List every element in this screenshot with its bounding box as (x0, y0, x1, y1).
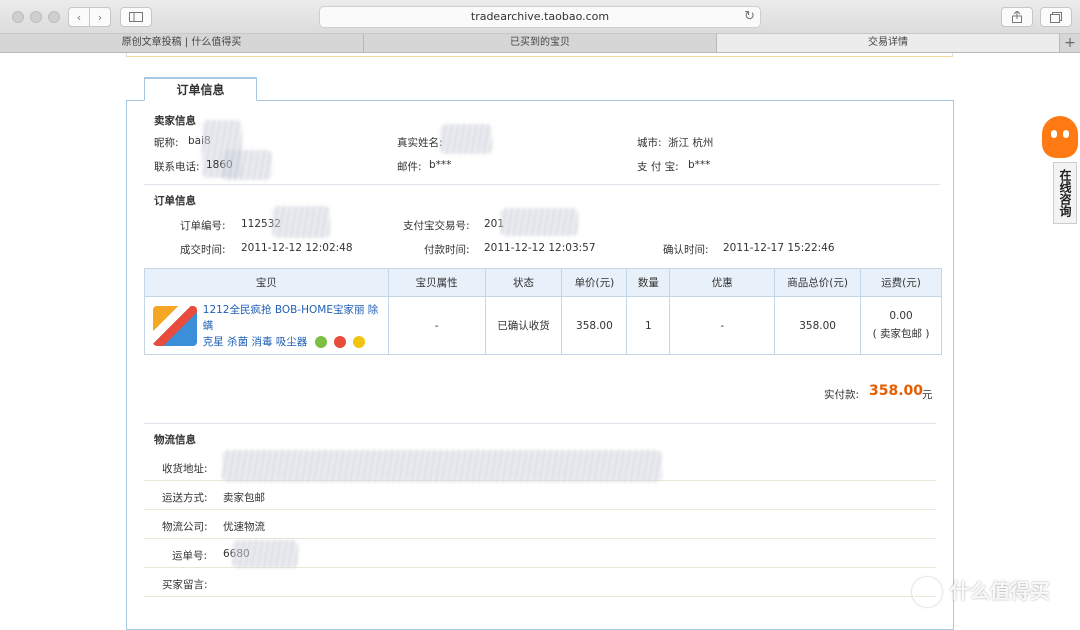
tracking-label: 运单号: (172, 550, 208, 562)
address-label: 收货地址: (162, 463, 208, 475)
method-label: 运送方式: (162, 492, 208, 504)
tab-smzdm[interactable]: 原创文章投稿 | 什么值得买 (0, 34, 364, 52)
confirm-time-value: 2011-12-17 15:22:46 (723, 242, 835, 254)
company-label: 物流公司: (162, 521, 208, 533)
notice-bar-edge (126, 53, 953, 57)
redaction-blur (272, 206, 330, 238)
chevron-right-icon: › (97, 10, 103, 24)
redaction-blur (500, 208, 578, 236)
tab-bar: 原创文章投稿 | 什么值得买 已买到的宝贝 交易详情 + (0, 34, 1080, 53)
item-total: 358.00 (774, 296, 862, 355)
column-header: 优惠 (669, 268, 776, 297)
paid-unit: 元 (922, 389, 933, 401)
minimize-window-button[interactable] (30, 11, 42, 23)
tabs-overview-button[interactable] (1040, 7, 1072, 27)
logistics-heading: 物流信息 (154, 434, 196, 446)
plus-icon: + (1064, 35, 1076, 51)
item-quantity: 1 (626, 296, 671, 355)
column-header: 宝贝 (144, 268, 389, 297)
order-no-label: 订单编号: (180, 220, 226, 232)
shipping-fee: 0.00 (889, 310, 913, 322)
message-label: 买家留言: (162, 579, 208, 591)
paid-amount: 358.00 (869, 383, 924, 399)
phone-label: 联系电话: (154, 161, 200, 173)
redaction-blur (222, 150, 272, 180)
divider (144, 184, 940, 185)
zoom-window-button[interactable] (48, 11, 60, 23)
column-header: 数量 (626, 268, 671, 297)
trust-badge-icon (314, 335, 327, 348)
order-heading: 订单信息 (154, 195, 196, 207)
tab-order-info[interactable]: 订单信息 (144, 77, 257, 101)
tab-label: 交易详情 (868, 37, 908, 48)
pay-time-value: 2011-12-12 12:03:57 (484, 242, 596, 254)
service-badge-icon (353, 335, 366, 348)
product-thumbnail[interactable] (153, 305, 197, 346)
column-header: 宝贝属性 (387, 268, 486, 297)
tab-trade-detail[interactable]: 交易详情 (717, 34, 1060, 52)
tab-bought-items[interactable]: 已买到的宝贝 (364, 34, 717, 52)
nickname-label: 昵称: (154, 137, 179, 149)
alipay-label: 支 付 宝: (637, 161, 679, 173)
column-header: 商品总价(元) (774, 268, 862, 297)
email-label: 邮件: (397, 161, 422, 173)
new-tab-button[interactable]: + (1060, 34, 1080, 52)
share-button[interactable] (1001, 7, 1033, 27)
deal-time-value: 2011-12-12 12:02:48 (241, 242, 353, 254)
watermark-logo-icon (912, 577, 942, 607)
alipay-value: b*** (688, 159, 711, 171)
tabs-icon (1050, 11, 1062, 23)
deal-time-label: 成交时间: (180, 244, 226, 256)
item-unit-price: 358.00 (561, 296, 628, 355)
items-table-header: 宝贝 宝贝属性 状态 单价(元) 数量 优惠 商品总价(元) 运费(元) (144, 268, 942, 297)
online-consult-widget[interactable]: 在线咨询 (1040, 116, 1080, 224)
seller-heading: 卖家信息 (154, 115, 196, 127)
item-cell: 1212全民疯抢 BOB-HOME宝家丽 除螨 克星 杀菌 消毒 吸尘器 (144, 296, 389, 355)
redaction-blur (222, 450, 662, 482)
promo-badge-icon (333, 335, 346, 348)
table-row: 1212全民疯抢 BOB-HOME宝家丽 除螨 克星 杀菌 消毒 吸尘器 - 已… (144, 296, 942, 355)
shipping-note: ( 卖家包邮 ) (872, 328, 930, 340)
pay-time-label: 付款时间: (424, 244, 470, 256)
item-status: 已确认收货 (484, 296, 563, 355)
reload-icon[interactable]: ↻ (744, 7, 755, 27)
url-text: tradearchive.taobao.com (470, 10, 610, 23)
alipay-trade-label: 支付宝交易号: (403, 220, 470, 232)
sidebar-button[interactable] (120, 7, 152, 27)
redaction-blur (232, 540, 298, 568)
browser-toolbar: ‹ › tradearchive.taobao.com ↻ (0, 0, 1080, 34)
close-window-button[interactable] (12, 11, 24, 23)
column-header: 单价(元) (561, 268, 628, 297)
consult-label: 在线咨询 (1053, 162, 1077, 224)
method-value: 卖家包邮 (223, 492, 265, 504)
tab-label: 原创文章投稿 | 什么值得买 (121, 37, 242, 48)
confirm-time-label: 确认时间: (663, 244, 709, 256)
city-label: 城市: (637, 137, 662, 149)
column-header: 状态 (484, 268, 563, 297)
back-button[interactable]: ‹ (68, 7, 90, 27)
email-value: b*** (429, 159, 452, 171)
product-title-link[interactable]: 1212全民疯抢 BOB-HOME宝家丽 除螨 克星 杀菌 消毒 吸尘器 (203, 302, 380, 350)
item-shipping: 0.00 ( 卖家包邮 ) (860, 296, 942, 355)
city-value: 浙江 杭州 (668, 137, 714, 149)
forward-button[interactable]: › (89, 7, 111, 27)
watermark-text: 什么值得买 (950, 579, 1050, 603)
realname-label: 真实姓名: (397, 137, 443, 149)
company-value: 优速物流 (223, 521, 265, 533)
column-header: 运费(元) (860, 268, 942, 297)
item-attributes: - (387, 296, 486, 355)
redaction-blur (440, 124, 492, 154)
address-bar[interactable]: tradearchive.taobao.com ↻ (319, 6, 761, 28)
paid-label: 实付款: (824, 389, 860, 401)
chevron-left-icon: ‹ (76, 10, 82, 24)
logistics-row (144, 568, 936, 597)
divider (144, 423, 936, 424)
mascot-icon (1042, 116, 1078, 158)
item-discount: - (669, 296, 776, 355)
share-icon (1012, 11, 1022, 23)
sidebar-icon (129, 12, 143, 22)
items-table: 宝贝 宝贝属性 状态 单价(元) 数量 优惠 商品总价(元) 运费(元) 121… (144, 268, 942, 355)
tab-label: 已买到的宝贝 (510, 37, 570, 48)
